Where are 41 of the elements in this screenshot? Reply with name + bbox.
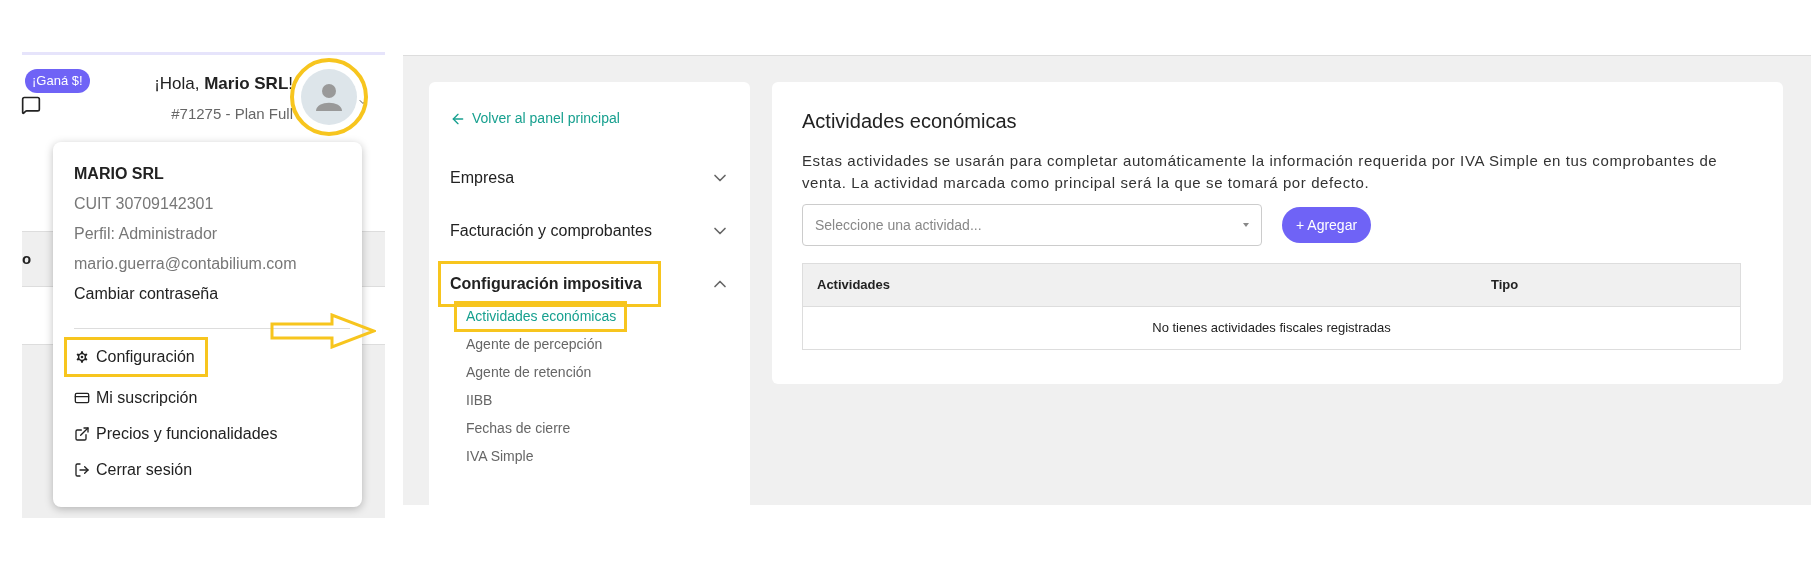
nav-item[interactable]: IIBB	[466, 389, 493, 411]
activity-select[interactable]: Seleccione una actividad...	[802, 204, 1262, 246]
avatar[interactable]	[301, 69, 357, 125]
menu-item[interactable]: Configuración	[64, 337, 208, 377]
nav-section[interactable]: Empresa	[450, 151, 730, 204]
page-title: Actividades económicas	[802, 109, 1018, 134]
chat-icon[interactable]	[21, 94, 41, 115]
column-header: Actividades	[817, 276, 891, 295]
section-label: Empresa	[450, 167, 515, 188]
nav-section[interactable]: Facturación y comprobantes	[450, 204, 730, 257]
account-plan: #71275 - Plan Full	[171, 103, 293, 124]
credit-card-icon	[74, 390, 90, 406]
external-link-icon	[74, 426, 90, 442]
nav-item[interactable]: Agente de retención	[466, 361, 592, 383]
menu-item[interactable]: Precios y funcionalidades	[74, 419, 288, 449]
arrow-icon	[270, 313, 376, 349]
promo-badge[interactable]: ¡Ganá $!	[25, 69, 90, 93]
nav-item[interactable]: IVA Simple	[466, 445, 534, 467]
gear-icon	[74, 349, 90, 365]
greeting: ¡Hola, Mario SRL!	[154, 73, 293, 95]
change-password-link[interactable]: Cambiar contraseña	[74, 282, 350, 306]
section-label: Facturación y comprobantes	[450, 220, 652, 241]
menu-item[interactable]: Mi suscripción	[74, 383, 208, 413]
menu-item[interactable]: Cerrar sesión	[74, 455, 203, 485]
account-detail: Perfil: Administrador	[74, 224, 219, 244]
description: Estas actividades se usarán para completar automáticamente la información requerida por IVA Simple en tus comprobantes de venta. La actividad marcada como principal será la que se tomará por defecto.	[802, 151, 1719, 193]
dropdown-caret-icon	[1243, 223, 1249, 227]
back-link[interactable]: Volver al panel principal	[450, 108, 730, 129]
account-detail: mario.guerra@contabilium.com	[74, 254, 298, 274]
nav-item[interactable]: Actividades económicas	[454, 300, 628, 332]
table-cell-text: o	[22, 248, 32, 269]
person-icon	[314, 82, 344, 112]
column-header: Tipo	[1491, 276, 1519, 295]
add-button[interactable]: + Agregar	[1282, 207, 1372, 243]
nav-item[interactable]: Agente de percepción	[466, 333, 603, 355]
nav-item[interactable]: Fechas de cierre	[466, 417, 571, 439]
company-name: MARIO SRL	[74, 164, 165, 184]
logout-icon	[74, 462, 90, 478]
account-detail: CUIT 30709142301	[74, 194, 215, 214]
section-label: Configuración impositiva	[438, 260, 661, 307]
empty-message: No tienes actividades fiscales registradas	[1152, 319, 1391, 338]
